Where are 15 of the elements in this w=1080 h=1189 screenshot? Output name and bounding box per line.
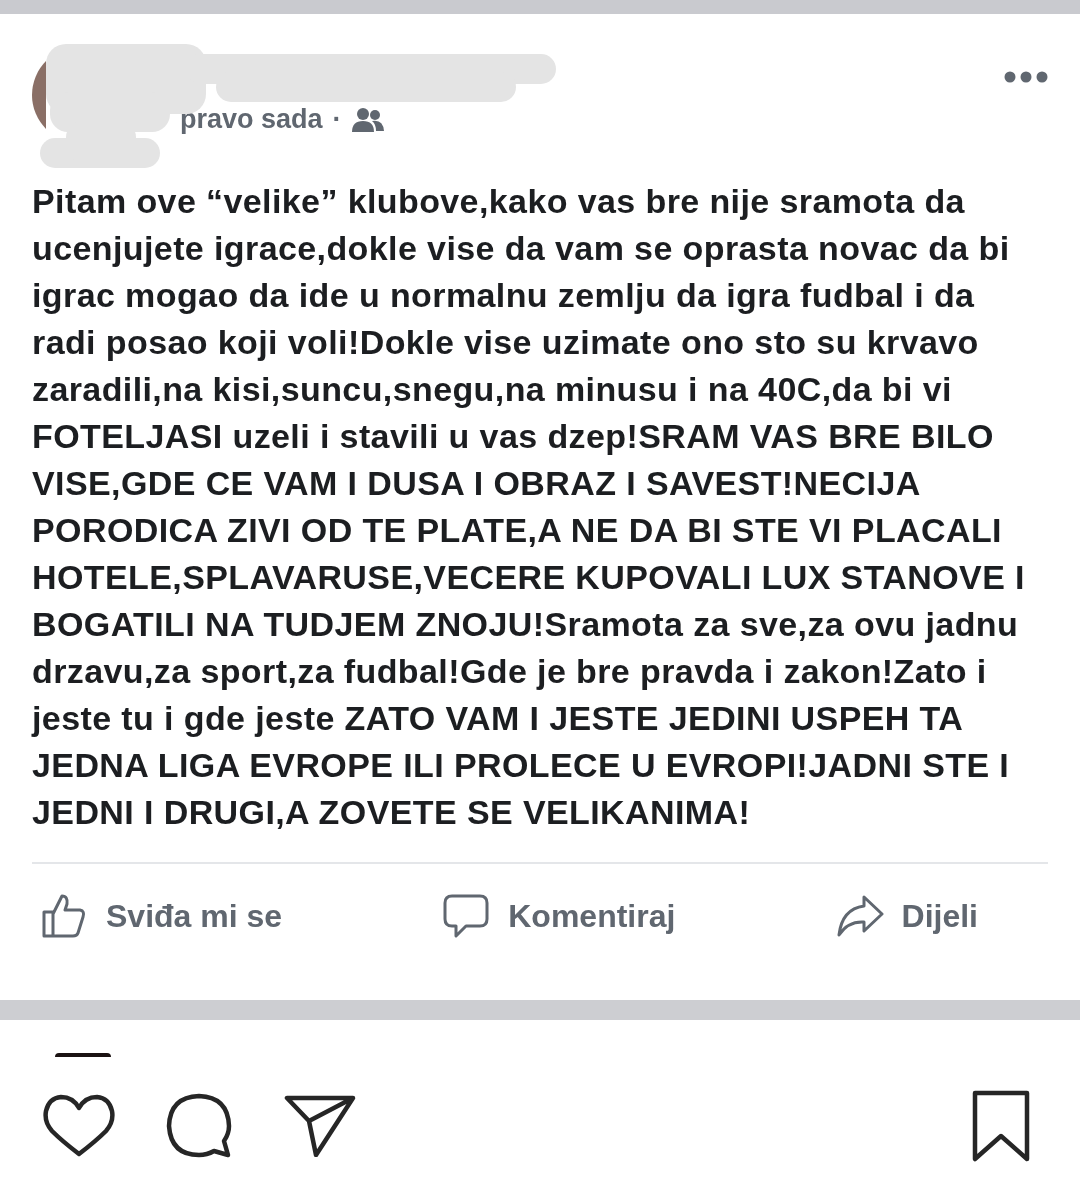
comment-icon[interactable] (166, 1093, 234, 1159)
share-button[interactable]: Dijeli (835, 892, 978, 940)
more-icon[interactable] (1004, 71, 1048, 83)
people-icon (351, 106, 384, 133)
heart-icon[interactable] (42, 1094, 116, 1158)
share-arrow-icon (835, 894, 884, 938)
post-time: pravo sada (180, 104, 323, 135)
send-icon[interactable] (284, 1095, 356, 1157)
speech-bubble-icon (442, 893, 491, 939)
like-button[interactable]: Sviđa mi se (40, 892, 283, 940)
thumbs-up-icon (40, 892, 88, 940)
comment-button[interactable]: Komentiraj (442, 892, 676, 940)
separator-dot: · (332, 104, 342, 135)
bookmark-icon[interactable] (972, 1090, 1030, 1162)
post-text: Pitam ove “velike” klubove,kako vas bre nije sramota da ucenjujete igrace,dokle vise da vam se oprasta novac da bi igrac mogao da ide u normalnu zemlju da igra fudbal i da radi posao koji voli!Dokle vise uzimate ono sto su krvavo zaradili,na kisi,suncu,snegu,na minusu i na 40C,da bi vi FOTELJASI uzeli i stavili u vas dzep!SRAM VAS BRE BILO VISE,GDE CE VAM I DUSA I OBRAZ I SAVEST!NECIJA PORODICA ZIVI OD TE PLATE,A NE DA BI STE VI PLACALI HOTELE,SPLAVARUSE,VECERE KUPOVALI LUX STANOVE I BOGATILI NA TUDJEM ZNOJU!Sramota za sve,za ovu jadnu drzavu,za sport,za fudbal!Gde je bre pravda i zakon!Zato i jeste tu i gde jeste ZATO VAM I JESTE JEDINI USPEH TA JEDNA LIGA EVROPE ILI PROLECE U EVROPI!JADNI STE I JEDNI I DRUGI,A ZOVETE SE VELIKANIMA! (32, 181, 1026, 833)
